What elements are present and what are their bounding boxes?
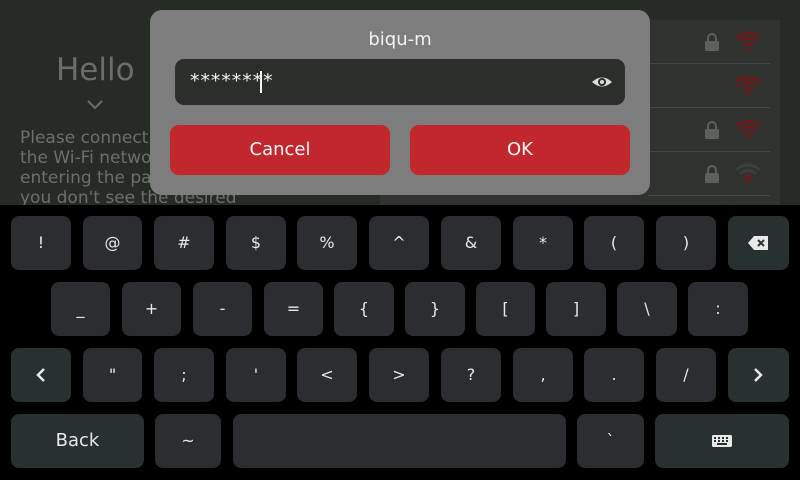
lock-icon: [705, 121, 719, 139]
key[interactable]: ;: [154, 348, 214, 402]
chevron-right-icon: [754, 368, 763, 382]
key[interactable]: =: [264, 282, 323, 336]
key[interactable]: [: [476, 282, 535, 336]
lock-icon: [705, 33, 719, 51]
password-dialog: biqu-m ******** Cancel OK: [150, 10, 650, 195]
key[interactable]: (: [584, 216, 644, 270]
network-name-title: biqu-m: [368, 29, 432, 50]
key[interactable]: }: [405, 282, 465, 336]
lock-icon: [705, 165, 719, 183]
key[interactable]: {: [334, 282, 394, 336]
backspace-key[interactable]: [728, 216, 789, 270]
greeting-heading: Hello: [56, 52, 135, 88]
key[interactable]: <: [297, 348, 357, 402]
key[interactable]: `: [577, 414, 644, 468]
key[interactable]: \: [617, 282, 677, 336]
chevron-left-icon: [36, 368, 45, 382]
onscreen-keyboard: ! @ # $ % ^ & * ( ) _ + - = { } [ ] \ : …: [0, 205, 800, 480]
hide-keyboard-key[interactable]: [655, 414, 789, 468]
wifi-network-item[interactable]: [648, 108, 770, 152]
key[interactable]: ~: [155, 414, 221, 468]
wifi-network-item[interactable]: [648, 64, 770, 108]
wifi-network-item[interactable]: [648, 152, 770, 196]
back-button[interactable]: Back: [11, 414, 144, 468]
wifi-signal-icon: [735, 75, 761, 96]
keyboard-icon: [712, 435, 732, 447]
chevron-down-icon[interactable]: [85, 98, 105, 112]
key[interactable]: !: [11, 216, 71, 270]
cancel-button[interactable]: Cancel: [170, 125, 390, 175]
password-input[interactable]: ********: [175, 59, 625, 105]
key[interactable]: ^: [369, 216, 429, 270]
key[interactable]: -: [193, 282, 252, 336]
text-caret: [260, 71, 262, 93]
wifi-signal-icon: [735, 163, 761, 184]
wifi-signal-icon: [735, 119, 761, 140]
key[interactable]: #: [154, 216, 214, 270]
key[interactable]: %: [297, 216, 357, 270]
cursor-right-key[interactable]: [728, 348, 789, 402]
key[interactable]: ,: [513, 348, 573, 402]
key[interactable]: ): [656, 216, 716, 270]
key[interactable]: +: [122, 282, 181, 336]
key[interactable]: ]: [546, 282, 606, 336]
space-key[interactable]: [233, 414, 566, 468]
key[interactable]: /: [656, 348, 716, 402]
key[interactable]: ": [83, 348, 142, 402]
wifi-signal-icon: [735, 31, 761, 52]
key[interactable]: @: [83, 216, 142, 270]
key[interactable]: &: [441, 216, 501, 270]
cursor-left-key[interactable]: [11, 348, 71, 402]
key[interactable]: .: [584, 348, 644, 402]
eye-icon[interactable]: [591, 73, 613, 91]
wifi-network-item[interactable]: [648, 20, 770, 64]
key[interactable]: *: [513, 216, 573, 270]
key[interactable]: ': [226, 348, 286, 402]
ok-button[interactable]: OK: [410, 125, 630, 175]
key[interactable]: _: [51, 282, 110, 336]
key[interactable]: >: [369, 348, 429, 402]
backspace-icon: [748, 236, 768, 250]
key[interactable]: ?: [441, 348, 501, 402]
key[interactable]: :: [688, 282, 748, 336]
key[interactable]: $: [226, 216, 286, 270]
